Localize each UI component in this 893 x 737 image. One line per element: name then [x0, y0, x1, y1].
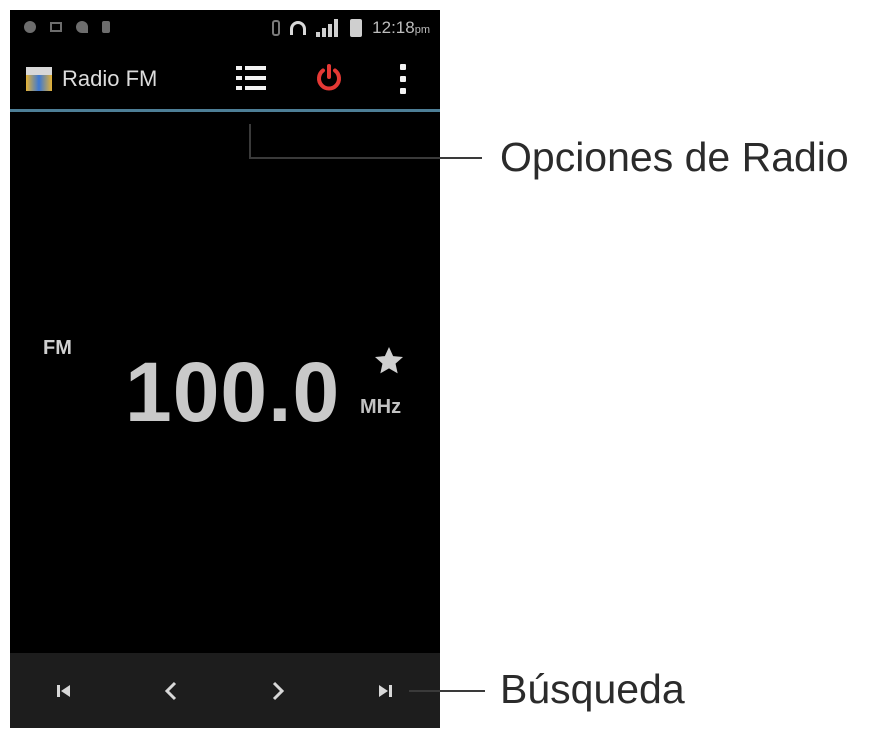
wifi-icon [76, 21, 88, 33]
bottom-control-bar [10, 653, 440, 728]
star-icon[interactable] [372, 345, 406, 377]
status-time: 12:18pm [372, 18, 430, 38]
action-bar: Radio FM [10, 48, 440, 110]
tune-up-icon [272, 681, 284, 700]
status-bar: 12:18pm [10, 10, 440, 48]
app-title: Radio FM [62, 66, 158, 91]
status-left-icons [24, 21, 110, 33]
usb-icon [102, 21, 110, 33]
bluetooth-icon [272, 20, 281, 36]
frequency-display: 100.0 [125, 345, 341, 439]
search-callout-label: Búsqueda [500, 666, 685, 712]
tune-up-button[interactable] [224, 653, 331, 728]
tune-down-button[interactable] [117, 653, 224, 728]
skip-previous-icon [56, 684, 70, 697]
tune-down-icon [164, 681, 176, 700]
message-icon [50, 22, 62, 32]
power-icon[interactable] [314, 63, 344, 93]
radio-app-icon [26, 67, 52, 91]
radio-options-callout-label: Opciones de Radio [500, 134, 849, 180]
headset-icon [290, 21, 307, 35]
radio-options-callout-line-vertical [249, 124, 251, 159]
station-list-icon[interactable] [236, 66, 266, 92]
notification-icon [24, 21, 36, 33]
frequency-unit: MHz [360, 396, 402, 418]
search-callout-line [409, 690, 485, 692]
skip-previous-button[interactable] [10, 653, 117, 728]
action-bar-divider [10, 109, 440, 112]
status-time-suffix: pm [414, 24, 430, 36]
phone-screen: 12:18pm Radio FM FM 100.0 MHz [10, 10, 440, 728]
battery-icon [350, 19, 363, 37]
status-time-value: 12:18 [372, 18, 415, 37]
band-label: FM [43, 337, 72, 359]
skip-next-icon [378, 684, 392, 697]
signal-icon [316, 19, 340, 37]
overflow-menu-icon[interactable] [399, 64, 407, 94]
status-right-icons: 12:18pm [272, 18, 430, 38]
radio-options-callout-line-horizontal [249, 157, 482, 159]
